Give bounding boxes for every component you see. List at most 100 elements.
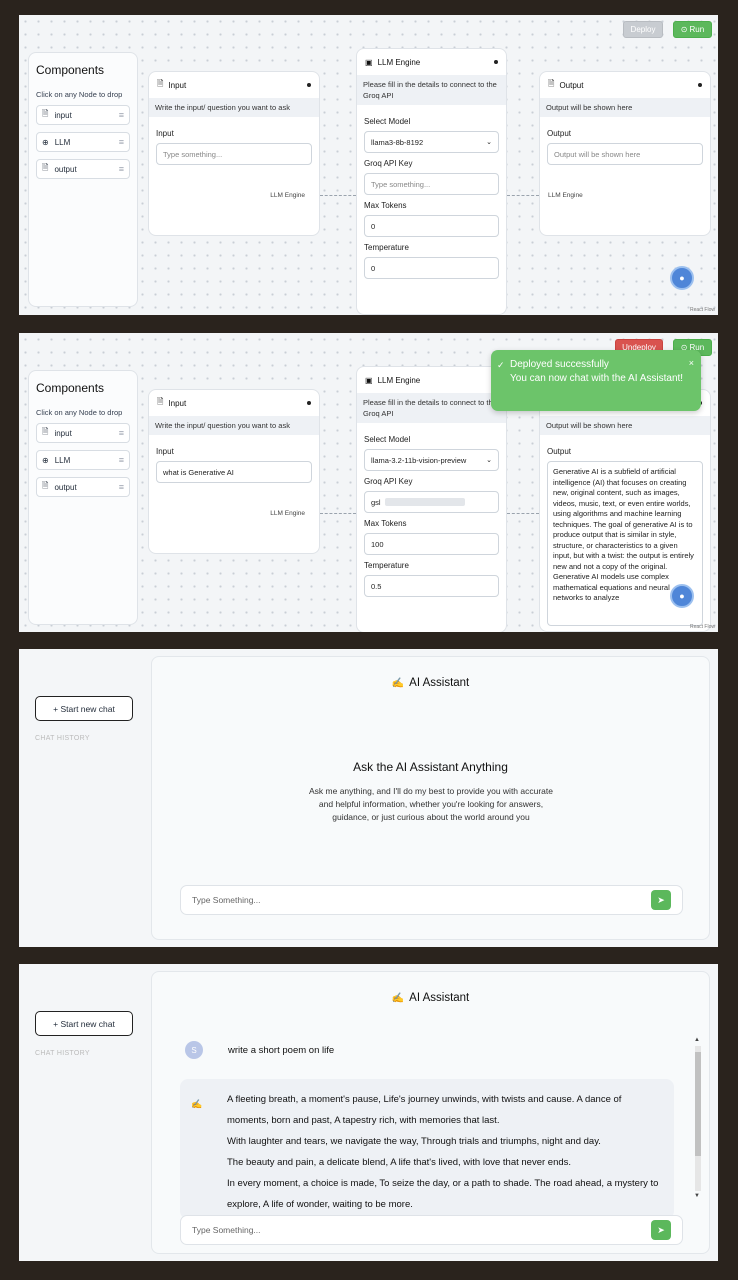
node-description: Please fill in the details to connect to…: [357, 393, 506, 423]
chip-icon: ▣: [365, 57, 373, 67]
api-key-value: gsl: [371, 497, 381, 507]
chevron-down-icon: ⌄: [486, 457, 492, 464]
send-button[interactable]: ➤: [651, 1220, 671, 1240]
drag-handle-icon[interactable]: ≡: [119, 110, 124, 120]
toast-title: Deployed successfully: [510, 359, 609, 370]
drag-handle-icon[interactable]: ≡: [119, 455, 124, 465]
chat-sidebar: + Start new chat CHAT HISTORY: [19, 649, 151, 947]
chat-open-button[interactable]: ●: [670, 584, 694, 608]
chat-history-label: CHAT HISTORY: [35, 1050, 90, 1057]
node-description: Write the input/ question you want to as…: [149, 416, 319, 435]
port-label: LLM Engine: [270, 192, 305, 199]
node-description: Write the input/ question you want to as…: [149, 98, 319, 117]
chevron-down-icon: ⌄: [486, 139, 492, 146]
model-select[interactable]: llama3-8b-8192 ⌄: [364, 131, 499, 153]
chat-input[interactable]: Type Something... ➤: [180, 1215, 683, 1245]
chat-scrollbar[interactable]: ▲ ▼: [693, 1037, 702, 1201]
start-new-chat-button[interactable]: + Start new chat: [35, 696, 133, 721]
edge-input-llm: [320, 513, 356, 514]
scroll-up-arrow-icon[interactable]: ▲: [694, 1037, 700, 1043]
send-icon: ➤: [657, 1224, 665, 1235]
output-field[interactable]: Output will be shown here: [547, 143, 703, 165]
document-icon: 🗎: [42, 427, 49, 436]
api-key-label: Groq API Key: [364, 159, 413, 168]
document-icon: 🗎: [157, 397, 164, 406]
output-node[interactable]: 🗎 Output Output will be shown here Output…: [539, 71, 711, 236]
deploy-button[interactable]: Deploy: [623, 21, 663, 38]
scroll-thumb[interactable]: [695, 1052, 701, 1156]
document-icon: 🗎: [548, 79, 555, 88]
api-key-input[interactable]: gsl: [364, 491, 499, 513]
chat-open-button[interactable]: ●: [670, 266, 694, 290]
user-message: S write a short poem on life: [185, 1041, 334, 1059]
chat-input-placeholder: Type Something...: [192, 895, 261, 905]
component-input[interactable]: 🗎 input ≡: [36, 423, 130, 443]
input-node[interactable]: 🗎 Input Write the input/ question you wan…: [148, 71, 320, 236]
max-tokens-input[interactable]: 100: [364, 533, 499, 555]
edge-input-llm: [320, 195, 356, 196]
toast-body: You can now chat with the AI Assistant!: [510, 373, 684, 384]
node-title: Input: [168, 398, 187, 408]
llm-engine-node[interactable]: ▣ LLM Engine Please fill in the details t…: [356, 366, 507, 632]
document-icon: 🗎: [157, 79, 164, 88]
chat-input[interactable]: Type Something... ➤: [180, 885, 683, 915]
components-sidebar: Components Click on any Node to drop 🗎 in…: [28, 52, 138, 307]
drag-handle-icon[interactable]: ≡: [119, 428, 124, 438]
component-llm[interactable]: ⊕ LLM ≡: [36, 132, 130, 152]
chat-panel-conversation: + Start new chat CHAT HISTORY ✍ AI Assist…: [19, 964, 718, 1261]
close-icon[interactable]: ×: [689, 356, 694, 370]
node-menu-dot[interactable]: [307, 83, 311, 87]
deploy-label: Deploy: [630, 25, 656, 34]
port-label: LLM Engine: [270, 510, 305, 517]
model-value: llama3-8b-8192: [371, 137, 424, 147]
model-select[interactable]: llama-3.2-11b-vision-preview ⌄: [364, 449, 499, 471]
max-tokens-input[interactable]: 0: [364, 215, 499, 237]
temperature-input[interactable]: 0.5: [364, 575, 499, 597]
drag-handle-icon[interactable]: ≡: [119, 164, 124, 174]
chat-panel-welcome: + Start new chat CHAT HISTORY ✍ AI Assist…: [19, 649, 718, 947]
node-description: Output will be shown here: [540, 416, 710, 435]
node-menu-dot[interactable]: [698, 83, 702, 87]
send-button[interactable]: ➤: [651, 890, 671, 910]
drag-handle-icon[interactable]: ≡: [119, 137, 124, 147]
assistant-icon: ✍: [391, 993, 405, 1004]
component-output[interactable]: 🗎 output ≡: [36, 477, 130, 497]
deploy-success-toast: ✓ × Deployed successfully You can now ch…: [491, 350, 701, 411]
check-circle-icon: ✓: [497, 360, 505, 370]
input-field[interactable]: what is Generative AI: [156, 461, 312, 483]
component-label: output: [54, 164, 77, 174]
assistant-line: In every moment, a choice is made, To se…: [227, 1178, 659, 1210]
start-new-chat-button[interactable]: + Start new chat: [35, 1011, 133, 1036]
input-node[interactable]: 🗎 Input Write the input/ question you wan…: [148, 389, 320, 554]
components-hint: Click on any Node to drop: [36, 408, 123, 417]
node-menu-dot[interactable]: [494, 60, 498, 64]
input-field[interactable]: Type something...: [156, 143, 312, 165]
assistant-icon: ✍: [391, 678, 405, 689]
react-flow-attribution[interactable]: React Flow: [690, 307, 715, 313]
components-title: Components: [36, 381, 105, 395]
chat-header: ✍ AI Assistant: [152, 677, 709, 689]
play-icon: ⊙: [680, 25, 688, 34]
assistant-line: The beauty and pain, a delicate blend, A…: [227, 1157, 572, 1168]
component-label: output: [54, 482, 77, 492]
user-avatar: S: [185, 1041, 203, 1059]
assistant-line: With laughter and tears, we navigate the…: [227, 1136, 601, 1147]
llm-engine-node[interactable]: ▣ LLM Engine Please fill in the details t…: [356, 48, 507, 315]
run-button[interactable]: ⊙ Run: [673, 21, 712, 38]
react-flow-attribution[interactable]: React Flow: [690, 624, 715, 630]
chat-history-label: CHAT HISTORY: [35, 735, 90, 742]
component-input[interactable]: 🗎 input ≡: [36, 105, 130, 125]
component-llm[interactable]: ⊕ LLM ≡: [36, 450, 130, 470]
temperature-input[interactable]: 0: [364, 257, 499, 279]
model-value: llama-3.2-11b-vision-preview: [371, 455, 467, 465]
welcome-body: Ask me anything, and I'll do my best to …: [309, 786, 553, 822]
scroll-down-arrow-icon[interactable]: ▼: [694, 1193, 700, 1199]
node-menu-dot[interactable]: [307, 401, 311, 405]
port-label: LLM Engine: [548, 192, 583, 199]
api-key-input[interactable]: Type something...: [364, 173, 499, 195]
output-field-label: Output: [547, 447, 572, 456]
assistant-line: A fleeting breath, a moment's pause, Lif…: [227, 1094, 622, 1126]
chat-main: ✍ AI Assistant Ask the AI Assistant Anyth…: [151, 656, 710, 940]
component-output[interactable]: 🗎 output ≡: [36, 159, 130, 179]
drag-handle-icon[interactable]: ≡: [119, 482, 124, 492]
